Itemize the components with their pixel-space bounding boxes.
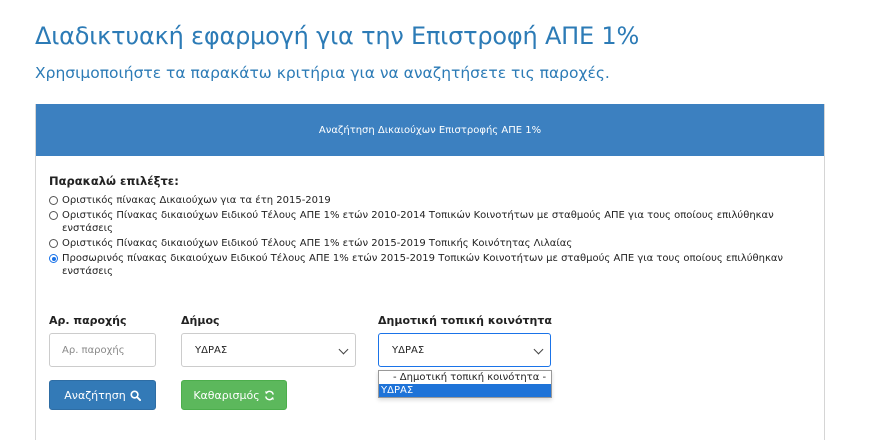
community-label: Δημοτική τοπική κοινότητα xyxy=(378,314,552,327)
municipality-selected-value: ΥΔΡΑΣ xyxy=(195,344,228,356)
municipality-label: Δήμος xyxy=(181,314,220,327)
clear-button-label: Καθαρισμός xyxy=(193,388,260,402)
provision-number-input[interactable] xyxy=(49,333,156,367)
chevron-down-icon xyxy=(533,344,544,355)
clear-button[interactable]: Καθαρισμός xyxy=(181,380,287,410)
community-select[interactable]: ΥΔΡΑΣ xyxy=(378,333,551,367)
provision-number-label: Αρ. παροχής xyxy=(49,314,127,327)
radio-button[interactable] xyxy=(49,196,58,205)
radio-option-final-2010-2014-objections[interactable]: Οριστικός Πίνακας δικαιούχων Ειδικού Τέλ… xyxy=(49,209,819,235)
table-options-radio-group: Οριστικός πίνακας Δικαιούχων για τα έτη … xyxy=(49,194,819,280)
search-panel: Αναζήτηση Δικαιούχων Επιστροφής ΑΠΕ 1% Π… xyxy=(35,104,825,440)
page-title: Διαδικτυακή εφαρμογή για την Επιστροφή Α… xyxy=(35,22,640,50)
radio-option-label: Οριστικός Πίνακας δικαιούχων Ειδικού Τέλ… xyxy=(62,210,774,234)
chevron-down-icon xyxy=(338,344,349,355)
radio-button[interactable] xyxy=(49,239,58,248)
panel-header: Αναζήτηση Δικαιούχων Επιστροφής ΑΠΕ 1% xyxy=(36,104,824,156)
radio-option-label: Οριστικός Πίνακας δικαιούχων Ειδικού Τέλ… xyxy=(62,238,573,249)
radio-option-provisional-2015-2019-objections[interactable]: Προσωρινός πίνακας δικαιούχων Ειδικού Τέ… xyxy=(49,252,819,278)
panel-title: Αναζήτηση Δικαιούχων Επιστροφής ΑΠΕ 1% xyxy=(318,124,542,136)
choose-label: Παρακαλώ επιλέξτε: xyxy=(49,174,179,188)
radio-option-label: Οριστικός πίνακας Δικαιούχων για τα έτη … xyxy=(62,195,331,206)
dropdown-option-selected[interactable]: ΥΔΡΑΣ xyxy=(379,384,551,397)
radio-button[interactable] xyxy=(49,211,58,220)
page-subtitle: Χρησιμοποιήστε τα παρακάτω κριτήρια για … xyxy=(35,64,610,82)
community-selected-value: ΥΔΡΑΣ xyxy=(392,344,425,356)
refresh-icon xyxy=(264,390,274,400)
radio-option-final-2015-2019[interactable]: Οριστικός πίνακας Δικαιούχων για τα έτη … xyxy=(49,194,819,207)
radio-button-selected[interactable] xyxy=(49,254,58,263)
radio-option-label: Προσωρινός πίνακας δικαιούχων Ειδικού Τέ… xyxy=(62,253,784,277)
radio-option-final-2015-2019-lilaia[interactable]: Οριστικός Πίνακας δικαιούχων Ειδικού Τέλ… xyxy=(49,237,819,250)
community-dropdown-list: - Δημοτική τοπική κοινότητα - ΥΔΡΑΣ xyxy=(378,370,552,398)
search-icon xyxy=(130,389,141,401)
search-button-label: Αναζήτηση xyxy=(64,388,126,402)
search-button[interactable]: Αναζήτηση xyxy=(49,380,156,410)
dropdown-option[interactable]: - Δημοτική τοπική κοινότητα - xyxy=(379,371,551,384)
municipality-select[interactable]: ΥΔΡΑΣ xyxy=(181,333,356,367)
